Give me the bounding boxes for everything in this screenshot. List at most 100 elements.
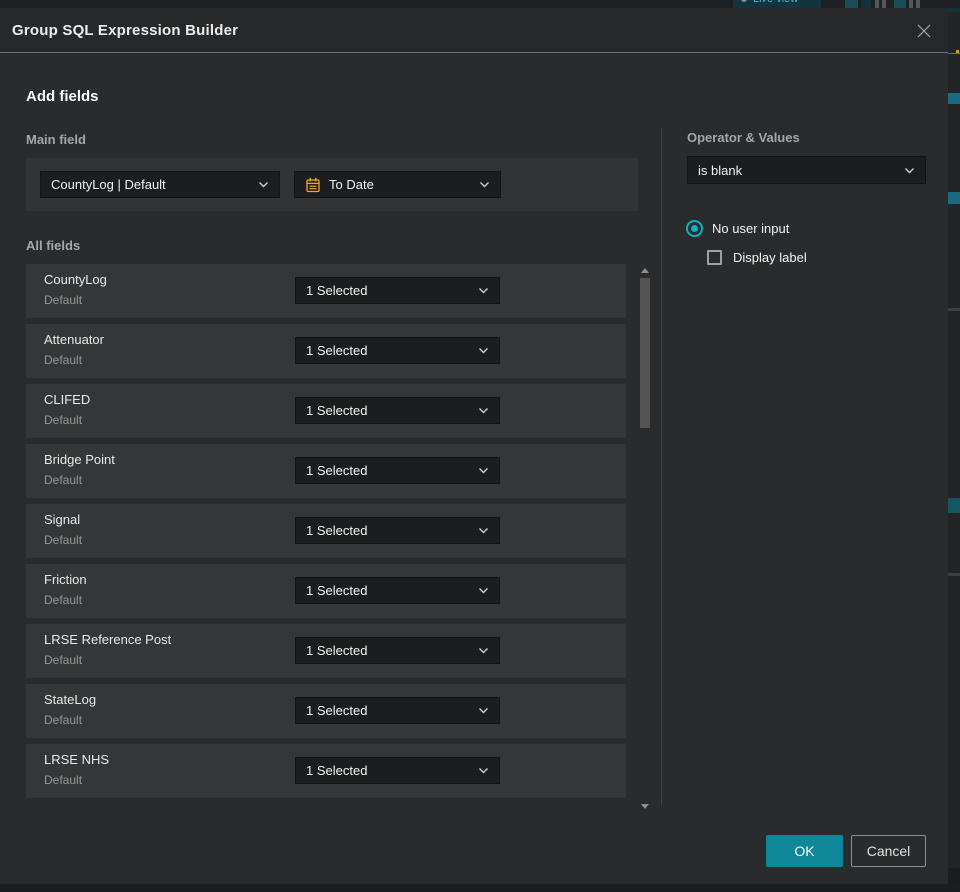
operator-dropdown-value: is blank	[698, 162, 743, 178]
live-view-button[interactable]: Live view	[733, 0, 821, 8]
field-selection-dropdown[interactable]: 1 Selected	[295, 637, 500, 664]
main-field-dropdown-value: CountyLog | Default	[51, 177, 166, 192]
field-subtitle: Default	[44, 713, 83, 727]
cancel-button[interactable]: Cancel	[851, 835, 926, 867]
operator-dropdown[interactable]: is blank	[687, 156, 926, 184]
field-selection-value: 1 Selected	[306, 583, 368, 598]
background-toolbar-icon	[861, 0, 871, 8]
no-user-input-label: No user input	[712, 221, 790, 236]
ok-button[interactable]: OK	[766, 835, 843, 867]
field-selection-value: 1 Selected	[306, 703, 368, 718]
field-list-item: Bridge Point Default 1 Selected	[26, 444, 626, 498]
field-selection-dropdown[interactable]: 1 Selected	[295, 517, 500, 544]
field-subtitle: Default	[44, 533, 83, 547]
field-selection-value: 1 Selected	[306, 523, 368, 538]
close-icon	[917, 24, 931, 38]
field-selection-dropdown[interactable]: 1 Selected	[295, 397, 500, 424]
list-scrollbar[interactable]	[640, 258, 650, 818]
background-fragment	[948, 53, 960, 54]
background-toolbar-icon	[894, 0, 906, 8]
chevron-down-icon	[479, 768, 488, 774]
field-selection-dropdown[interactable]: 1 Selected	[295, 457, 500, 484]
field-list-item: LRSE NHS Default 1 Selected	[26, 744, 626, 798]
field-list-item: StateLog Default 1 Selected	[26, 684, 626, 738]
chevron-down-icon	[905, 167, 914, 173]
background-app-right-sliver	[948, 8, 960, 884]
display-label-checkbox[interactable]: Display label	[707, 250, 807, 265]
field-name: StateLog	[44, 692, 97, 707]
panel-divider	[661, 128, 662, 805]
background-toolbar-icon	[916, 0, 920, 8]
field-selection-dropdown[interactable]: 1 Selected	[295, 277, 500, 304]
field-name: CLIFED	[44, 392, 91, 407]
chevron-down-icon	[479, 348, 488, 354]
background-fragment	[948, 93, 960, 104]
main-field-dropdown[interactable]: CountyLog | Default	[40, 171, 280, 198]
field-subtitle: Default	[44, 353, 83, 367]
background-app-top-sliver: Live view	[0, 0, 960, 8]
main-field-type-value: To Date	[329, 177, 374, 192]
chevron-down-icon	[479, 648, 488, 654]
field-subtitle: Default	[44, 653, 83, 667]
group-sql-expression-builder-dialog: Group SQL Expression Builder Add fields …	[0, 8, 948, 884]
scroll-up-arrow-icon[interactable]	[641, 268, 649, 273]
close-button[interactable]	[912, 19, 936, 43]
live-view-label: Live view	[753, 0, 798, 5]
field-list-item: Friction Default 1 Selected	[26, 564, 626, 618]
background-toolbar-icon	[845, 0, 858, 8]
field-subtitle: Default	[44, 773, 83, 787]
field-name: Friction	[44, 572, 87, 587]
live-view-dot-icon	[741, 0, 747, 2]
background-toolbar-icon	[882, 0, 886, 8]
chevron-down-icon	[479, 408, 488, 414]
field-name: Attenuator	[44, 332, 104, 347]
field-list-item: CLIFED Default 1 Selected	[26, 384, 626, 438]
field-selection-dropdown[interactable]: 1 Selected	[295, 757, 500, 784]
background-app-bottom-sliver	[0, 884, 960, 892]
dialog-header: Group SQL Expression Builder	[0, 8, 948, 53]
field-selection-value: 1 Selected	[306, 463, 368, 478]
operator-values-label: Operator & Values	[687, 130, 800, 145]
chevron-down-icon	[480, 182, 489, 188]
chevron-down-icon	[479, 288, 488, 294]
background-fragment	[948, 573, 960, 576]
scrollbar-thumb[interactable]	[640, 278, 650, 428]
field-selection-value: 1 Selected	[306, 343, 368, 358]
chevron-down-icon	[259, 182, 268, 188]
field-list-item: Attenuator Default 1 Selected	[26, 324, 626, 378]
field-name: LRSE Reference Post	[44, 632, 172, 647]
field-selection-dropdown[interactable]: 1 Selected	[295, 337, 500, 364]
field-selection-dropdown[interactable]: 1 Selected	[295, 697, 500, 724]
scroll-down-arrow-icon[interactable]	[641, 804, 649, 809]
field-selection-value: 1 Selected	[306, 643, 368, 658]
field-list-item: CountyLog Default 1 Selected	[26, 264, 626, 318]
no-user-input-radio[interactable]: No user input	[686, 220, 789, 237]
field-name: LRSE NHS	[44, 752, 110, 767]
field-subtitle: Default	[44, 593, 83, 607]
field-subtitle: Default	[44, 473, 83, 487]
field-subtitle: Default	[44, 413, 83, 427]
chevron-down-icon	[479, 588, 488, 594]
chevron-down-icon	[479, 528, 488, 534]
field-selection-dropdown[interactable]: 1 Selected	[295, 577, 500, 604]
field-name: Bridge Point	[44, 452, 115, 467]
main-field-type-dropdown[interactable]: To Date	[294, 171, 501, 198]
field-name: CountyLog	[44, 272, 107, 287]
main-field-label: Main field	[26, 132, 86, 147]
main-field-row: CountyLog | Default To Date	[26, 158, 638, 211]
field-name: Signal	[44, 512, 81, 527]
background-toolbar-icon	[909, 0, 913, 8]
background-fragment	[948, 308, 960, 311]
background-fragment	[956, 50, 959, 53]
field-selection-value: 1 Selected	[306, 763, 368, 778]
all-fields-list: CountyLog Default 1 Selected Attenuator …	[26, 264, 626, 798]
all-fields-label: All fields	[26, 238, 81, 253]
display-label-label: Display label	[733, 250, 807, 265]
chevron-down-icon	[479, 708, 488, 714]
background-fragment	[948, 868, 960, 884]
add-fields-heading: Add fields	[26, 88, 99, 105]
calendar-icon	[306, 177, 320, 192]
background-fragment	[948, 192, 960, 204]
field-subtitle: Default	[44, 293, 83, 307]
field-list-item: LRSE Reference Post Default 1 Selected	[26, 624, 626, 678]
